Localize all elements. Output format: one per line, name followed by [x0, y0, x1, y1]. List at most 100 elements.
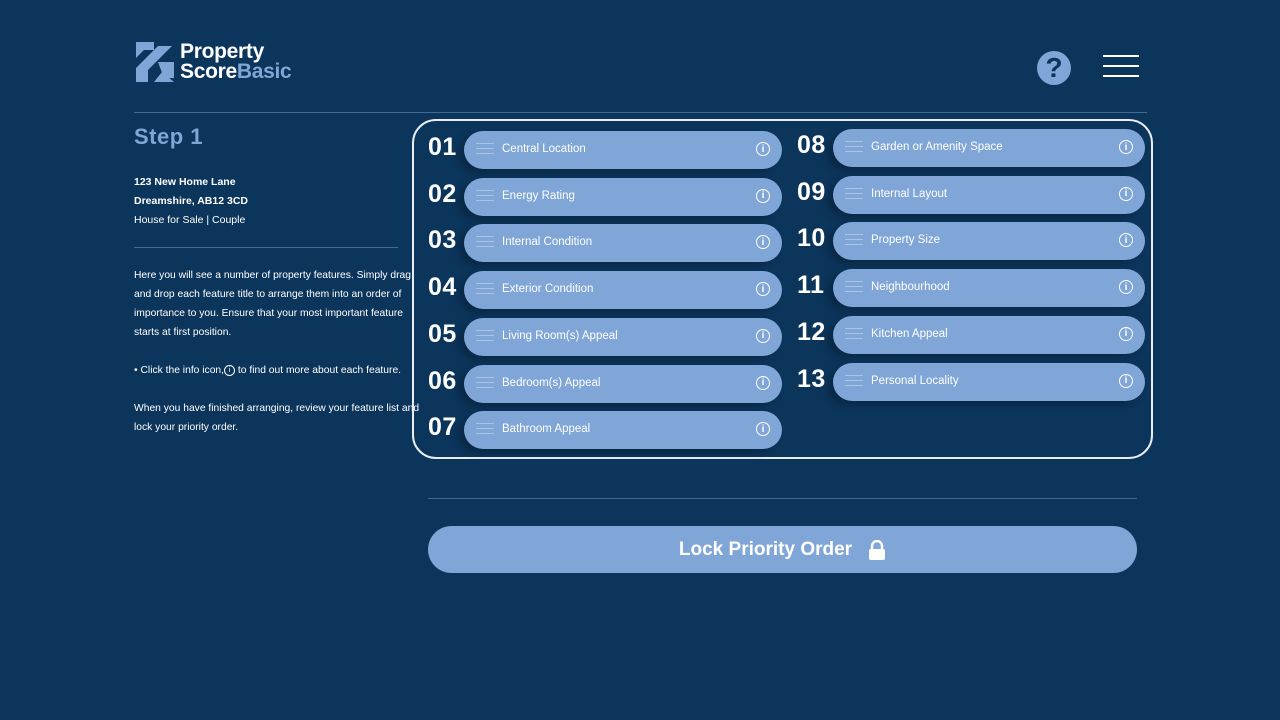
feature-label: Bedroom(s) Appeal [502, 376, 601, 389]
feature-rank: 11 [797, 271, 825, 300]
feature-rank: 10 [797, 224, 826, 253]
lock-button-label: Lock Priority Order [678, 538, 853, 560]
feature-priority-board: 01 Central Location i 02 Energy Rating i 03 Int… [412, 119, 1153, 459]
feature-row[interactable]: 03 Internal Condition i [428, 224, 782, 263]
instructions-paragraph-3: When you have finished arranging, review… [134, 403, 420, 433]
help-icon: ? [1045, 52, 1063, 83]
feature-row[interactable]: 04 Exterior Condition i [428, 271, 782, 310]
info-icon[interactable]: i [756, 328, 770, 343]
feature-row[interactable]: 08 Garden or Amenity Space i [797, 129, 1145, 167]
feature-label: Energy Rating [502, 189, 575, 202]
brand-name-line1: Property [180, 40, 264, 63]
feature-rank: 13 [797, 364, 826, 393]
drag-handle-icon[interactable] [476, 143, 494, 155]
hamburger-menu-icon[interactable] [1103, 55, 1139, 79]
feature-rank: 01 [428, 133, 457, 161]
property-street: 123 New Home Lane [134, 176, 236, 188]
feature-rank: 05 [428, 319, 457, 348]
feature-drag-pill[interactable]: Personal Locality i [833, 362, 1145, 401]
property-summary: 123 New Home Lane Dreamshire, AB12 3CD H… [134, 173, 248, 230]
feature-drag-pill[interactable]: Garden or Amenity Space i [833, 129, 1145, 167]
drag-handle-icon[interactable] [476, 189, 494, 202]
instructions-paragraph-1: Here you will see a number of property f… [134, 270, 412, 338]
feature-label: Central Location [502, 143, 586, 155]
feature-row[interactable]: 13 Personal Locality i [797, 362, 1145, 401]
instructions: Here you will see a number of property f… [134, 266, 424, 456]
feature-row[interactable]: 10 Property Size i [797, 222, 1145, 261]
feature-drag-pill[interactable]: Bathroom Appeal i [464, 411, 782, 450]
brand-name-tier: Basic [236, 60, 292, 83]
info-icon[interactable]: i [1119, 140, 1133, 154]
feature-drag-pill[interactable]: Neighbourhood i [833, 269, 1145, 308]
property-town: Dreamshire, AB12 3CD [134, 195, 248, 207]
feature-label: Bathroom Appeal [502, 423, 591, 436]
info-icon[interactable]: i [1119, 233, 1133, 248]
feature-rank: 12 [797, 317, 826, 346]
info-icon[interactable]: i [756, 375, 770, 390]
property-type: House for Sale | Couple [134, 214, 246, 226]
drag-handle-icon[interactable] [845, 141, 863, 153]
feature-row[interactable]: 12 Kitchen Appeal i [797, 315, 1145, 354]
feature-label: Exterior Condition [502, 283, 594, 296]
step-title: Step 1 [134, 124, 204, 149]
feature-rank: 03 [428, 226, 457, 255]
feature-label: Living Room(s) Appeal [502, 329, 618, 342]
info-icon[interactable]: i [1119, 280, 1133, 295]
feature-row[interactable]: 06 Bedroom(s) Appeal i [428, 364, 782, 403]
feature-drag-pill[interactable]: Exterior Condition i [464, 271, 782, 310]
padlock-icon [869, 539, 886, 560]
info-icon[interactable]: i [1119, 186, 1133, 201]
feature-drag-pill[interactable]: Internal Layout i [833, 175, 1145, 214]
drag-handle-icon[interactable] [845, 187, 863, 200]
feature-drag-pill[interactable]: Bedroom(s) Appeal i [464, 364, 782, 403]
bottom-divider [428, 498, 1137, 499]
feature-drag-pill[interactable]: Internal Condition i [464, 224, 782, 263]
help-button[interactable]: ? [1037, 51, 1071, 85]
info-icon[interactable]: i [1119, 326, 1133, 341]
info-icon[interactable]: i [756, 142, 770, 156]
info-icon[interactable]: i [756, 282, 770, 297]
info-icon[interactable]: i [756, 188, 770, 203]
feature-rank: 06 [428, 366, 457, 395]
feature-label: Garden or Amenity Space [871, 141, 1003, 153]
feature-label: Neighbourhood [871, 281, 950, 294]
feature-row[interactable]: 02 Energy Rating i [428, 177, 782, 216]
drag-handle-icon[interactable] [476, 423, 494, 435]
instructions-paragraph-2: • Click the info icon, i to find out more… [134, 364, 402, 376]
feature-rank: 04 [428, 273, 457, 302]
feature-drag-pill[interactable]: Property Size i [833, 222, 1145, 261]
info-icon: i [224, 364, 236, 376]
drag-handle-icon[interactable] [476, 376, 494, 389]
drag-handle-icon[interactable] [845, 234, 863, 246]
info-icon[interactable]: i [756, 422, 770, 437]
feature-row[interactable]: 05 Living Room(s) Appeal i [428, 317, 782, 356]
feature-row[interactable]: 11 Neighbourhood i [797, 269, 1145, 308]
brand-mark-icon [136, 42, 174, 82]
feature-label: Personal Locality [871, 374, 959, 387]
drag-handle-icon[interactable] [845, 327, 863, 340]
drag-handle-icon[interactable] [476, 283, 494, 295]
left-divider [134, 247, 398, 248]
brand-name-score: Score [180, 60, 237, 83]
feature-drag-pill[interactable]: Energy Rating i [464, 177, 782, 216]
feature-row[interactable]: 09 Internal Layout i [797, 175, 1145, 214]
feature-drag-pill[interactable]: Central Location i [464, 131, 782, 169]
feature-label: Kitchen Appeal [871, 327, 948, 340]
feature-row[interactable]: 07 Bathroom Appeal i [428, 411, 782, 450]
feature-rank: 08 [797, 131, 826, 159]
lock-priority-order-button[interactable]: Lock Priority Order [428, 526, 1137, 573]
brand-logo[interactable]: Property ScoreBasic [136, 40, 292, 83]
header-divider [134, 112, 1147, 113]
feature-label: Property Size [871, 234, 941, 247]
feature-rank: 07 [428, 413, 457, 442]
drag-handle-icon[interactable] [845, 281, 863, 293]
drag-handle-icon[interactable] [476, 329, 494, 342]
feature-row[interactable]: 01 Central Location i [428, 131, 782, 169]
info-icon[interactable]: i [756, 235, 770, 250]
drag-handle-icon[interactable] [845, 374, 863, 387]
feature-label: Internal Layout [871, 187, 948, 200]
feature-drag-pill[interactable]: Kitchen Appeal i [833, 315, 1145, 354]
drag-handle-icon[interactable] [476, 236, 494, 248]
info-icon[interactable]: i [1119, 373, 1133, 388]
feature-drag-pill[interactable]: Living Room(s) Appeal i [464, 317, 782, 356]
